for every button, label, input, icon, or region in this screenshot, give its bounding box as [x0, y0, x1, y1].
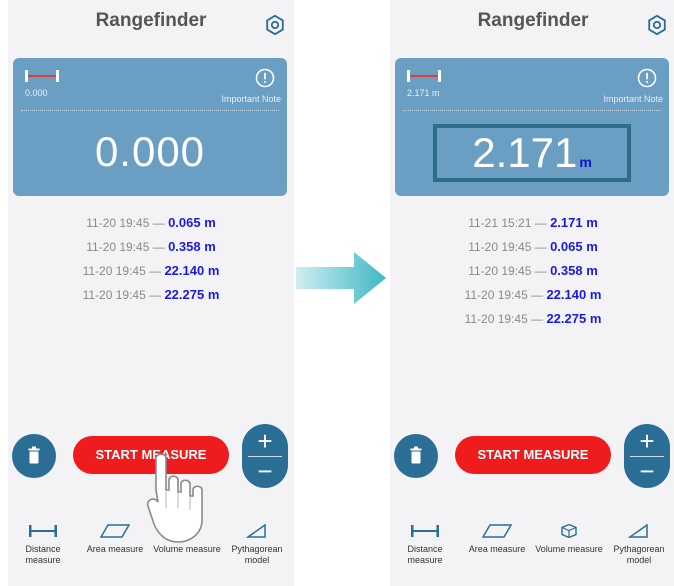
- history-value: 22.275 m: [164, 287, 220, 302]
- tab-pythagorean[interactable]: Pythagorean model: [604, 524, 674, 566]
- history-row: 11-20 19:45 — 0.358 m: [390, 259, 674, 283]
- phone-screen-after: Rangefinder 2.171 m Important Note 2.171…: [390, 0, 674, 586]
- delete-button[interactable]: [12, 434, 56, 478]
- current-reading: 0.000: [94, 128, 206, 175]
- pythagorean-icon: [245, 524, 266, 538]
- zoom-out-button[interactable]: −: [242, 456, 288, 486]
- history-row: 11-20 19:45 — 0.358 m: [8, 235, 294, 259]
- hand-tap-icon: [146, 453, 203, 543]
- history-value: 22.140 m: [164, 263, 220, 278]
- history-separator: —: [149, 264, 162, 278]
- zoom-in-button[interactable]: +: [624, 426, 670, 456]
- history-value: 22.140 m: [546, 287, 602, 302]
- important-note-link[interactable]: Important Note: [221, 94, 281, 104]
- history-row: 11-20 19:45 — 22.275 m: [8, 283, 294, 307]
- start-measure-button[interactable]: START MEASURE: [455, 436, 611, 474]
- trash-icon: [28, 446, 40, 464]
- history-list: 11-20 19:45 — 0.065 m 11-20 19:45 — 0.35…: [8, 211, 294, 307]
- history-time: 11-20 19:45: [82, 288, 146, 302]
- distance-icon: [29, 525, 57, 537]
- history-time: 11-20 19:45: [82, 264, 146, 278]
- app-title: Rangefinder: [95, 10, 207, 31]
- zoom-control[interactable]: + −: [242, 424, 288, 488]
- history-time: 11-20 19:45: [468, 264, 532, 278]
- tab-label: Volume measure: [535, 544, 603, 554]
- card-divider: [403, 110, 661, 111]
- volume-icon: [561, 524, 577, 538]
- history-time: 11-20 19:45: [464, 312, 528, 326]
- area-icon: [482, 524, 512, 538]
- history-value: 0.358 m: [168, 239, 216, 254]
- history-list: 11-21 15:21 — 2.171 m 11-20 19:45 — 0.06…: [390, 211, 674, 331]
- history-row: 11-20 19:45 — 22.140 m: [390, 283, 674, 307]
- trash-icon: [410, 446, 422, 464]
- tab-distance[interactable]: Distance measure: [8, 524, 78, 566]
- distance-icon: [411, 525, 439, 537]
- tab-label: Pythagorean model: [231, 544, 283, 565]
- tab-label: Distance measure: [25, 544, 61, 565]
- card-divider: [21, 110, 279, 111]
- delete-button[interactable]: [394, 434, 438, 478]
- history-separator: —: [531, 288, 544, 302]
- tab-pythagorean[interactable]: Pythagorean model: [222, 524, 292, 566]
- zoom-in-button[interactable]: +: [242, 426, 288, 456]
- history-row: 11-20 19:45 — 22.275 m: [390, 307, 674, 331]
- tab-area[interactable]: Area measure: [80, 524, 150, 555]
- history-time: 11-21 15:21: [468, 216, 532, 230]
- right-arrow-icon: [296, 252, 386, 304]
- current-reading: 2.171: [472, 129, 578, 176]
- history-separator: —: [534, 216, 547, 230]
- last-value-label: 2.171 m: [407, 88, 440, 98]
- tab-label: Area measure: [468, 544, 526, 554]
- history-row: 11-21 15:21 — 2.171 m: [390, 211, 674, 235]
- ruler-icon: [407, 70, 441, 82]
- history-value: 22.275 m: [546, 311, 602, 326]
- history-row: 11-20 19:45 — 0.065 m: [8, 211, 294, 235]
- history-time: 11-20 19:45: [86, 216, 150, 230]
- current-reading-highlight: 2.171 m: [433, 124, 631, 182]
- tab-volume[interactable]: Volume measure: [534, 524, 604, 555]
- app-title: Rangefinder: [477, 10, 589, 31]
- history-time: 11-20 19:45: [464, 288, 528, 302]
- pythagorean-icon: [627, 524, 648, 538]
- history-separator: —: [531, 312, 544, 326]
- history-time: 11-20 19:45: [468, 240, 532, 254]
- tab-label: Distance measure: [407, 544, 443, 565]
- history-time: 11-20 19:45: [86, 240, 150, 254]
- history-value: 0.358 m: [550, 263, 598, 278]
- info-icon[interactable]: [255, 68, 275, 88]
- ruler-icon: [25, 70, 59, 82]
- history-separator: —: [534, 264, 547, 278]
- history-separator: —: [152, 216, 165, 230]
- reading-unit: m: [579, 154, 592, 170]
- reading-card: 2.171 m Important Note 2.171 m: [395, 58, 669, 196]
- history-separator: —: [534, 240, 547, 254]
- history-value: 0.065 m: [550, 239, 598, 254]
- last-value-label: 0.000: [25, 88, 48, 98]
- history-separator: —: [149, 288, 162, 302]
- tab-distance[interactable]: Distance measure: [390, 524, 460, 566]
- info-icon[interactable]: [637, 68, 657, 88]
- history-value: 0.065 m: [168, 215, 216, 230]
- zoom-out-button[interactable]: −: [624, 456, 670, 486]
- history-row: 11-20 19:45 — 22.140 m: [8, 259, 294, 283]
- tab-label: Pythagorean model: [613, 544, 665, 565]
- history-value: 2.171 m: [550, 215, 598, 230]
- important-note-link[interactable]: Important Note: [603, 94, 663, 104]
- history-separator: —: [152, 240, 165, 254]
- settings-icon[interactable]: [264, 14, 286, 36]
- tab-label: Area measure: [86, 544, 144, 554]
- tab-area[interactable]: Area measure: [462, 524, 532, 555]
- reading-card: 0.000 Important Note 0.000: [13, 58, 287, 196]
- area-icon: [100, 524, 130, 538]
- zoom-control[interactable]: + −: [624, 424, 670, 488]
- history-row: 11-20 19:45 — 0.065 m: [390, 235, 674, 259]
- settings-icon[interactable]: [646, 14, 668, 36]
